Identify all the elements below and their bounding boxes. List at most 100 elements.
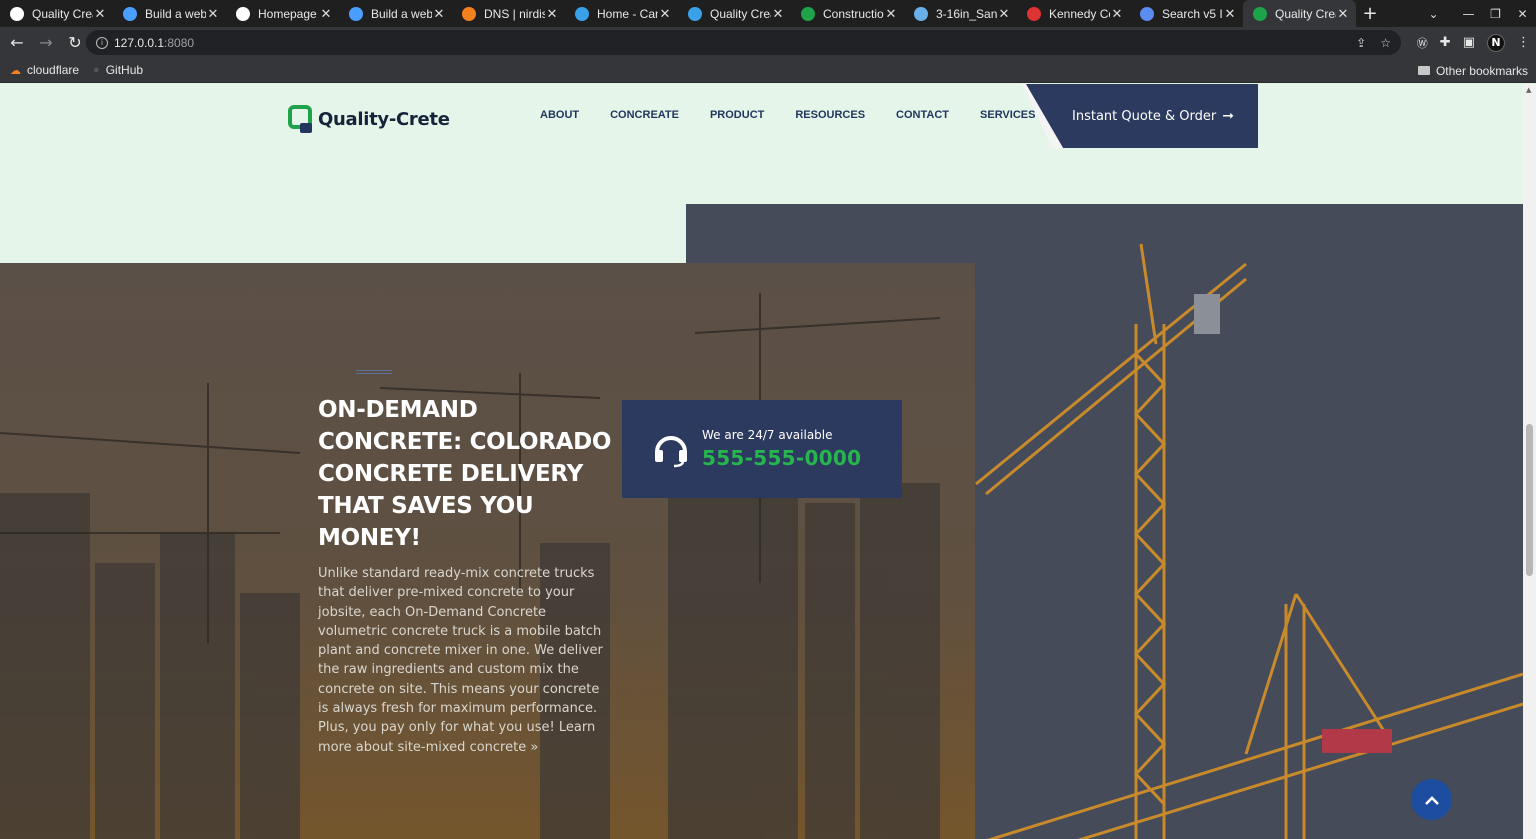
scroll-to-top-button[interactable]	[1411, 779, 1452, 820]
bookmark-label: GitHub	[105, 63, 144, 77]
tab-close-icon[interactable]: ✕	[319, 6, 333, 22]
tab-close-icon[interactable]: ✕	[884, 6, 898, 22]
tab-close-icon[interactable]: ✕	[545, 6, 559, 22]
flag-icon	[1140, 6, 1154, 21]
browser-tab[interactable]: Quality Creat✕	[0, 0, 113, 27]
tab-strip: Quality Creat✕Build a webs✕Homepage✕Buil…	[0, 0, 1536, 27]
tab-title: Construction	[823, 6, 884, 21]
hero-body-text: Unlike standard ready-mix concrete truck…	[318, 566, 603, 755]
nav-resources[interactable]: RESOURCES	[795, 109, 865, 121]
nav-about[interactable]: ABOUT	[540, 109, 579, 121]
site-info-icon[interactable]: i	[96, 36, 108, 49]
profile-avatar[interactable]: N	[1487, 33, 1505, 52]
decorative-lines	[356, 370, 392, 375]
tab-close-icon[interactable]: ✕	[1336, 6, 1350, 22]
tab-close-icon[interactable]: ✕	[658, 6, 672, 22]
bookmark-star-icon[interactable]: ☆	[1380, 36, 1391, 50]
bookmark-label: cloudflare	[27, 63, 80, 77]
other-bookmarks-label: Other bookmarks	[1435, 63, 1528, 78]
browser-tab[interactable]: Build a webs✕	[339, 0, 452, 27]
browser-tab[interactable]: 3-16in_Sandt✕	[904, 0, 1017, 27]
tab-close-icon[interactable]: ✕	[206, 6, 220, 22]
headset-icon	[652, 430, 690, 468]
browser-tab[interactable]: Build a webs✕	[113, 0, 226, 27]
browser-tab[interactable]: Quality Creat✕	[1243, 0, 1356, 27]
tab-title: Quality Creat	[710, 6, 771, 21]
tab-title: Quality Creat	[1275, 6, 1336, 21]
tab-title: Kennedy Con	[1049, 6, 1110, 21]
github-icon: ●	[93, 64, 100, 76]
tab-title: Quality Creat	[32, 6, 93, 21]
cloudflare-icon	[462, 6, 476, 21]
cloudflare-icon: ☁	[10, 64, 21, 77]
image-icon	[914, 6, 928, 21]
forward-icon[interactable]: →	[33, 30, 59, 56]
availability-text: We are 24/7 available	[702, 428, 833, 442]
tab-close-icon[interactable]: ✕	[432, 6, 446, 22]
globe-icon	[10, 6, 24, 21]
globe-icon	[236, 6, 250, 21]
tab-close-icon[interactable]: ✕	[1223, 6, 1237, 22]
minimize-icon[interactable]: —	[1455, 7, 1482, 21]
scrollbar-thumb[interactable]	[1526, 424, 1533, 576]
nav-product[interactable]: PRODUCT	[710, 109, 764, 121]
tab-title: Homepage	[258, 6, 317, 21]
extensions-puzzle-icon[interactable]: ✚	[1440, 35, 1451, 50]
hero-title: ON-DEMAND CONCRETE: COLORADO CONCRETE DE…	[318, 397, 612, 551]
tab-title: DNS | nirdist	[484, 6, 545, 21]
tab-close-icon[interactable]: ✕	[997, 6, 1011, 22]
canva-icon	[575, 6, 589, 21]
close-window-icon[interactable]: ✕	[1509, 7, 1536, 21]
extension-w-icon[interactable]: Ⓦ	[1417, 35, 1428, 51]
tab-title: 3-16in_Sandt	[936, 6, 997, 21]
browser-tab[interactable]: Construction ✕	[791, 0, 904, 27]
tab-title: Search v5 Ico	[1162, 6, 1223, 21]
share-icon[interactable]: ⇪	[1356, 36, 1366, 50]
nav-contact[interactable]: CONTACT	[896, 109, 949, 121]
browser-toolbar: ← → ↻ i 127.0.0.1:8080 ⇪ ☆ Ⓦ ✚ ▣ N ⋮	[0, 27, 1536, 58]
page-scrollbar[interactable]: ▲	[1523, 84, 1536, 839]
tab-title: Build a webs	[371, 6, 432, 21]
web-page: Quality-Crete ABOUT CONCREATE PRODUCT RE…	[0, 84, 1523, 839]
instant-quote-button[interactable]: Instant Quote & Order ➞	[1026, 84, 1258, 148]
logo-icon	[1253, 6, 1267, 21]
arrow-right-icon: ➞	[1222, 108, 1234, 124]
logo-text: Quality-Crete	[318, 108, 450, 130]
side-panel-icon[interactable]: ▣	[1463, 35, 1475, 50]
tab-close-icon[interactable]: ✕	[1110, 6, 1124, 22]
e-icon	[801, 6, 815, 21]
back-icon[interactable]: ←	[4, 30, 30, 56]
bookmarks-bar: ☁ cloudflare ● GitHub Other bookmarks	[0, 58, 1536, 83]
window-controls: ⌄ — ❐ ✕	[1420, 0, 1536, 27]
browser-menu-icon[interactable]: ⋮	[1517, 35, 1530, 50]
phone-number[interactable]: 555-555-0000	[702, 446, 861, 470]
tab-close-icon[interactable]: ✕	[771, 6, 785, 22]
browser-tab[interactable]: DNS | nirdist ✕	[452, 0, 565, 27]
url-port: :8080	[164, 35, 195, 50]
nav-concreate[interactable]: CONCREATE	[610, 109, 679, 121]
bookmark-cloudflare[interactable]: ☁ cloudflare	[10, 63, 79, 77]
browser-tab[interactable]: Homepage ✕	[226, 0, 339, 27]
browser-tab[interactable]: Kennedy Con✕	[1017, 0, 1130, 27]
browser-tab[interactable]: Home - Canv✕	[565, 0, 678, 27]
new-tab-button[interactable]: +	[1356, 0, 1384, 27]
contact-box: We are 24/7 available 555-555-0000	[622, 400, 902, 498]
bookmark-github[interactable]: ● GitHub	[93, 63, 143, 77]
address-bar[interactable]: i 127.0.0.1:8080 ⇪ ☆	[86, 30, 1401, 55]
url-host: 127.0.0.1	[114, 35, 165, 50]
restore-icon[interactable]: ❐	[1482, 7, 1509, 21]
site-header: Quality-Crete ABOUT CONCREATE PRODUCT RE…	[0, 84, 1523, 148]
scroll-up-arrow-icon[interactable]: ▲	[1526, 86, 1531, 94]
main-nav: ABOUT CONCREATE PRODUCT RESOURCES CONTAC…	[540, 109, 1066, 121]
reload-icon[interactable]: ↻	[62, 30, 88, 56]
tab-close-icon[interactable]: ✕	[93, 6, 107, 22]
doc-icon	[1027, 6, 1041, 21]
chevron-up-icon	[1424, 795, 1439, 805]
site-logo[interactable]: Quality-Crete	[288, 105, 450, 133]
browser-tab[interactable]: Quality Creat✕	[678, 0, 791, 27]
canva-icon	[688, 6, 702, 21]
other-bookmarks[interactable]: Other bookmarks	[1417, 58, 1528, 83]
tab-search-icon[interactable]: ⌄	[1420, 7, 1447, 21]
quote-button-label: Instant Quote & Order	[1072, 108, 1217, 124]
browser-tab[interactable]: Search v5 Ico✕	[1130, 0, 1243, 27]
